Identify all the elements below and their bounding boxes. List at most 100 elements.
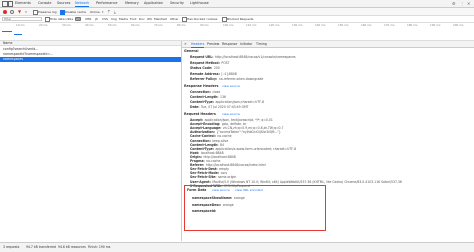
- response-headers-row: Content-Length: 136: [190, 95, 226, 99]
- blocked-requests-label: Blocked Requests: [227, 17, 254, 21]
- request-details: ✕ Headers Preview Response Initiator Tim…: [182, 41, 474, 241]
- type-font[interactable]: Font: [130, 17, 137, 21]
- response-headers-title[interactable]: Response Headers: [184, 84, 218, 88]
- throttle-select[interactable]: Online: [90, 10, 100, 14]
- tab-preview[interactable]: Preview: [207, 42, 219, 47]
- general-row: Status Code: 200: [190, 66, 220, 70]
- hide-data-urls-label: Hide data URLs: [50, 17, 74, 21]
- timeline-tick: 30 ms: [62, 23, 71, 27]
- resources-size: 94.6 kB resources: [58, 245, 86, 249]
- header-value: POST: [221, 60, 230, 65]
- search-icon[interactable]: ⌕: [25, 9, 27, 14]
- header-value: http://localhost:8848/nacos/v1/console/n…: [215, 55, 296, 59]
- filter-input[interactable]: [2, 16, 42, 21]
- type-all[interactable]: All: [75, 17, 81, 21]
- form-view-source-link[interactable]: view source: [212, 188, 230, 192]
- settings-icon[interactable]: ⚙: [452, 1, 456, 6]
- timeline-tick: 80 ms: [177, 23, 186, 27]
- timeline-tick: 70 ms: [154, 23, 163, 27]
- type-media[interactable]: Media: [119, 17, 128, 21]
- header-value: close: [212, 90, 221, 94]
- timeline-tick: 190 ms: [430, 23, 441, 27]
- tab-headers[interactable]: Headers: [191, 42, 205, 48]
- tab-response[interactable]: Response: [222, 42, 237, 47]
- header-value: no-referrer-when-downgrade: [218, 77, 264, 81]
- response-headers-row: Date: Tue, 07 Jul 2020 07:43:49 GMT: [190, 105, 249, 109]
- timeline-overview[interactable]: 10 ms 20 ms 30 ms 40 ms 50 ms 60 ms 70 ms 80 ms…: [0, 23, 474, 41]
- header-value: Tue, 07 Jul 2020 07:43:49 GMT: [200, 105, 249, 109]
- type-manifest[interactable]: Manifest: [154, 17, 167, 21]
- request-count: 3 requests: [3, 245, 20, 249]
- tab-sources[interactable]: Sources: [57, 1, 70, 6]
- header-key: Date:: [190, 105, 200, 109]
- record-icon[interactable]: [3, 9, 7, 14]
- network-toolbar: ▼ ⌕ Preserve log Disable cache Online ▾ …: [0, 8, 474, 16]
- type-css[interactable]: CSS: [102, 17, 108, 21]
- tab-performance[interactable]: Performance: [96, 1, 118, 6]
- form-data-row: namespaceShowName: orange: [192, 196, 245, 200]
- tab-elements[interactable]: Elements: [15, 1, 31, 6]
- request-row-selected[interactable]: namespaces: [0, 57, 181, 62]
- type-xhr[interactable]: XHR: [85, 17, 91, 21]
- header-key: namespaceShowName:: [192, 196, 233, 200]
- request-list-header[interactable]: Name: [0, 41, 181, 46]
- form-view-url-encoded-link[interactable]: view URL encoded: [235, 188, 263, 192]
- tab-timing[interactable]: Timing: [256, 42, 267, 47]
- filter-icon[interactable]: ▼: [18, 9, 21, 14]
- more-icon[interactable]: ⋮: [460, 1, 464, 6]
- response-view-source-link[interactable]: view source: [222, 84, 240, 88]
- header-value: application/x-www-form-urlencoded; chars…: [215, 146, 297, 151]
- request-view-source-link[interactable]: view source: [222, 112, 240, 116]
- timeline-tick: 120 ms: [269, 23, 280, 27]
- header-key: Request Method:: [190, 60, 220, 65]
- has-blocked-cookies-label: Has blocked cookies: [187, 17, 218, 21]
- close-icon[interactable]: ✕: [467, 1, 470, 6]
- type-doc[interactable]: Doc: [139, 17, 145, 21]
- tab-memory[interactable]: Memory: [125, 1, 139, 6]
- header-value: 200: [213, 66, 220, 70]
- timeline-tick: 140 ms: [315, 23, 326, 27]
- header-value: application/json;charset=UTF-8: [215, 100, 265, 104]
- general-section-title[interactable]: General: [184, 49, 199, 53]
- timeline-tick: 100 ms: [223, 23, 234, 27]
- timeline-tick: 40 ms: [85, 23, 94, 27]
- disable-cache-label: Disable cache: [65, 10, 86, 14]
- type-other[interactable]: Other: [170, 17, 179, 21]
- general-row: Remote Address: [::1]:8848: [190, 72, 237, 76]
- header-key: Connection:: [190, 90, 211, 94]
- preserve-log-label: Preserve log: [38, 10, 57, 14]
- request-headers-title[interactable]: Request Headers: [184, 112, 216, 116]
- tab-security[interactable]: Security: [170, 1, 184, 6]
- upload-icon[interactable]: ⤒: [108, 9, 110, 14]
- header-key: Status Code:: [190, 66, 213, 70]
- timeline-tick: 130 ms: [292, 23, 303, 27]
- timeline-tick: 60 ms: [131, 23, 140, 27]
- tab-application[interactable]: Application: [144, 1, 163, 6]
- timeline-tick: 170 ms: [384, 23, 395, 27]
- timeline-tick: 200 ms: [453, 23, 464, 27]
- timeline-tick: 180 ms: [407, 23, 418, 27]
- timeline-tick: 90 ms: [200, 23, 209, 27]
- tab-network[interactable]: Network: [75, 1, 90, 7]
- device-toggle-icon[interactable]: [8, 1, 13, 7]
- close-detail-icon[interactable]: ✕: [184, 42, 187, 46]
- timeline-tick: 50 ms: [108, 23, 117, 27]
- type-ws[interactable]: WS: [147, 17, 152, 21]
- tab-lighthouse[interactable]: Lighthouse: [190, 1, 209, 6]
- type-img[interactable]: Img: [111, 17, 117, 21]
- timeline-tick: 160 ms: [361, 23, 372, 27]
- download-icon[interactable]: ⤓: [114, 9, 116, 14]
- header-value: 136: [220, 95, 226, 99]
- general-row: Request Method: POST: [190, 61, 230, 65]
- form-data-title[interactable]: Form Data: [187, 188, 206, 192]
- header-key: Content-Type:: [190, 100, 214, 104]
- timeline-tick: 20 ms: [39, 23, 48, 27]
- general-row: Referrer Policy: no-referrer-when-downgra…: [190, 77, 263, 81]
- tab-console[interactable]: Console: [38, 1, 51, 6]
- header-value: orange: [222, 202, 234, 207]
- response-headers-row: Content-Type: application/json;charset=UT…: [190, 100, 264, 104]
- type-js[interactable]: JS: [95, 17, 98, 21]
- tab-initiator[interactable]: Initiator: [240, 42, 252, 47]
- general-row: Request URL: http://localhost:8848/nacos/…: [190, 55, 296, 59]
- clear-icon[interactable]: [10, 9, 14, 14]
